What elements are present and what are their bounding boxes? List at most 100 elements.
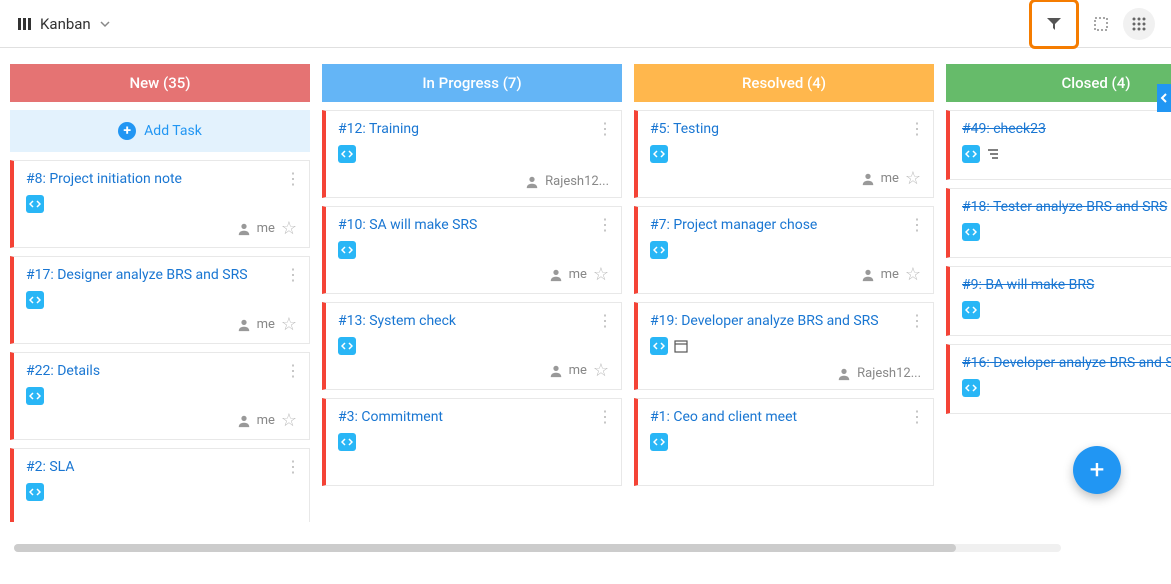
- add-fab[interactable]: +: [1073, 446, 1121, 494]
- task-card[interactable]: ⋮#5: Testing me☆: [634, 110, 934, 198]
- code-badge-icon: [962, 379, 980, 397]
- card-more-button[interactable]: ⋮: [597, 121, 613, 137]
- card-title[interactable]: #18: Tester analyze BRS and SRS: [962, 199, 1171, 215]
- card-badges: [338, 145, 609, 163]
- code-badge-icon: [338, 337, 356, 355]
- column-body: ⋮#12: TrainingRajesh12...⋮#10: SA will m…: [322, 102, 622, 522]
- view-selector[interactable]: Kanban: [16, 15, 111, 33]
- code-badge-icon: [26, 195, 44, 213]
- collapse-panel-tab[interactable]: [1157, 84, 1171, 112]
- task-card[interactable]: ⋮#9: BA will make BRS: [946, 266, 1171, 336]
- card-more-button[interactable]: ⋮: [909, 409, 925, 425]
- card-title[interactable]: #19: Developer analyze BRS and SRS: [650, 313, 921, 329]
- deploy-button[interactable]: [1085, 8, 1117, 40]
- task-card[interactable]: ⋮#8: Project initiation note me ☆: [10, 160, 310, 248]
- star-icon[interactable]: ☆: [905, 264, 921, 285]
- topbar: Kanban: [0, 0, 1171, 48]
- task-card[interactable]: ⋮#17: Designer analyze BRS and SRS me ☆: [10, 256, 310, 344]
- filter-button[interactable]: [1038, 8, 1070, 40]
- list-icon: [986, 147, 1000, 161]
- card-footer: me☆: [650, 164, 921, 189]
- code-badge-icon: [650, 433, 668, 451]
- card-title[interactable]: #9: BA will make BRS: [962, 277, 1171, 293]
- card-title[interactable]: #5: Testing: [650, 121, 921, 137]
- star-icon[interactable]: ☆: [905, 168, 921, 189]
- card-title[interactable]: #2: SLA: [26, 459, 297, 475]
- task-card[interactable]: ⋮#13: System checkme☆: [322, 302, 622, 390]
- assignee-name: me: [881, 267, 899, 282]
- card-title[interactable]: #10: SA will make SRS: [338, 217, 609, 233]
- plus-icon: +: [118, 122, 136, 140]
- topbar-actions: [1029, 0, 1155, 49]
- add-task-button[interactable]: +Add Task: [10, 110, 310, 152]
- card-title[interactable]: #8: Project initiation note: [26, 171, 297, 187]
- code-badge-icon: [338, 241, 356, 259]
- task-card[interactable]: ⋮#49: check23: [946, 110, 1171, 180]
- star-icon[interactable]: ☆: [593, 360, 609, 381]
- card-footer: Rajesh12...: [338, 170, 609, 189]
- card-title[interactable]: #17: Designer analyze BRS and SRS: [26, 267, 297, 283]
- card-more-button[interactable]: ⋮: [285, 171, 301, 187]
- assignee-name: me: [257, 413, 275, 428]
- star-icon[interactable]: ☆: [281, 314, 297, 335]
- card-more-button[interactable]: ⋮: [909, 217, 925, 233]
- card-title[interactable]: #12: Training: [338, 121, 609, 137]
- assignee-icon: [525, 175, 539, 189]
- card-title[interactable]: #49: check23: [962, 121, 1171, 137]
- task-card[interactable]: ⋮#1: Ceo and client meet: [634, 398, 934, 486]
- card-badges: [962, 379, 1171, 397]
- assignee-icon: [837, 367, 851, 381]
- task-card[interactable]: ⋮#12: Training Rajesh12...: [322, 110, 622, 198]
- card-more-button[interactable]: ⋮: [285, 459, 301, 475]
- apps-button[interactable]: [1123, 8, 1155, 40]
- card-title[interactable]: #1: Ceo and client meet: [650, 409, 921, 425]
- column-header: In Progress (7): [322, 64, 622, 102]
- view-label: Kanban: [40, 15, 91, 33]
- card-badges: [650, 241, 921, 259]
- task-card[interactable]: ⋮#16: Developer analyze BRS and SRS: [946, 344, 1171, 414]
- card-more-button[interactable]: ⋮: [597, 409, 613, 425]
- card-footer: me ☆: [26, 406, 297, 431]
- horizontal-scrollbar-thumb[interactable]: [14, 544, 956, 552]
- star-icon[interactable]: ☆: [281, 410, 297, 431]
- task-card[interactable]: ⋮#2: SLA: [10, 448, 310, 522]
- task-card[interactable]: ⋮#19: Developer analyze BRS and SRSRajes…: [634, 302, 934, 390]
- board-area: New (35)+Add Task⋮#8: Project initiation…: [0, 48, 1171, 538]
- card-more-button[interactable]: ⋮: [285, 267, 301, 283]
- card-badges: [338, 433, 609, 451]
- card-title[interactable]: #3: Commitment: [338, 409, 609, 425]
- horizontal-scrollbar-track[interactable]: [14, 544, 1061, 552]
- card-more-button[interactable]: ⋮: [285, 363, 301, 379]
- card-more-button[interactable]: ⋮: [909, 121, 925, 137]
- card-more-button[interactable]: ⋮: [909, 313, 925, 329]
- assignee-icon: [549, 268, 563, 282]
- task-card[interactable]: ⋮#7: Project manager chose me ☆: [634, 206, 934, 294]
- card-title[interactable]: #16: Developer analyze BRS and SRS: [962, 355, 1171, 371]
- card-title[interactable]: #22: Details: [26, 363, 297, 379]
- column-progress: In Progress (7)⋮#12: TrainingRajesh12...…: [322, 64, 622, 522]
- column-header: Closed (4): [946, 64, 1171, 102]
- card-badges: [650, 433, 921, 451]
- code-badge-icon: [962, 223, 980, 241]
- card-badges: [26, 291, 297, 309]
- assignee-name: me: [257, 317, 275, 332]
- assignee-icon: [237, 318, 251, 332]
- star-icon[interactable]: ☆: [593, 264, 609, 285]
- chevron-down-icon: [99, 18, 111, 30]
- assignee-name: me: [257, 221, 275, 236]
- card-title[interactable]: #7: Project manager chose: [650, 217, 921, 233]
- card-badges: [26, 483, 297, 501]
- task-card[interactable]: ⋮#22: Details me ☆: [10, 352, 310, 440]
- column-body: ⋮#5: Testingme☆⋮#7: Project manager chos…: [634, 102, 934, 522]
- code-badge-icon: [962, 145, 980, 163]
- task-card[interactable]: ⋮#18: Tester analyze BRS and SRS: [946, 188, 1171, 258]
- task-card[interactable]: ⋮#10: SA will make SRSme☆: [322, 206, 622, 294]
- star-icon[interactable]: ☆: [281, 218, 297, 239]
- card-badges: [26, 195, 297, 213]
- card-more-button[interactable]: ⋮: [597, 217, 613, 233]
- card-title[interactable]: #13: System check: [338, 313, 609, 329]
- code-badge-icon: [338, 145, 356, 163]
- card-badges: [338, 241, 609, 259]
- task-card[interactable]: ⋮#3: Commitment: [322, 398, 622, 486]
- card-more-button[interactable]: ⋮: [597, 313, 613, 329]
